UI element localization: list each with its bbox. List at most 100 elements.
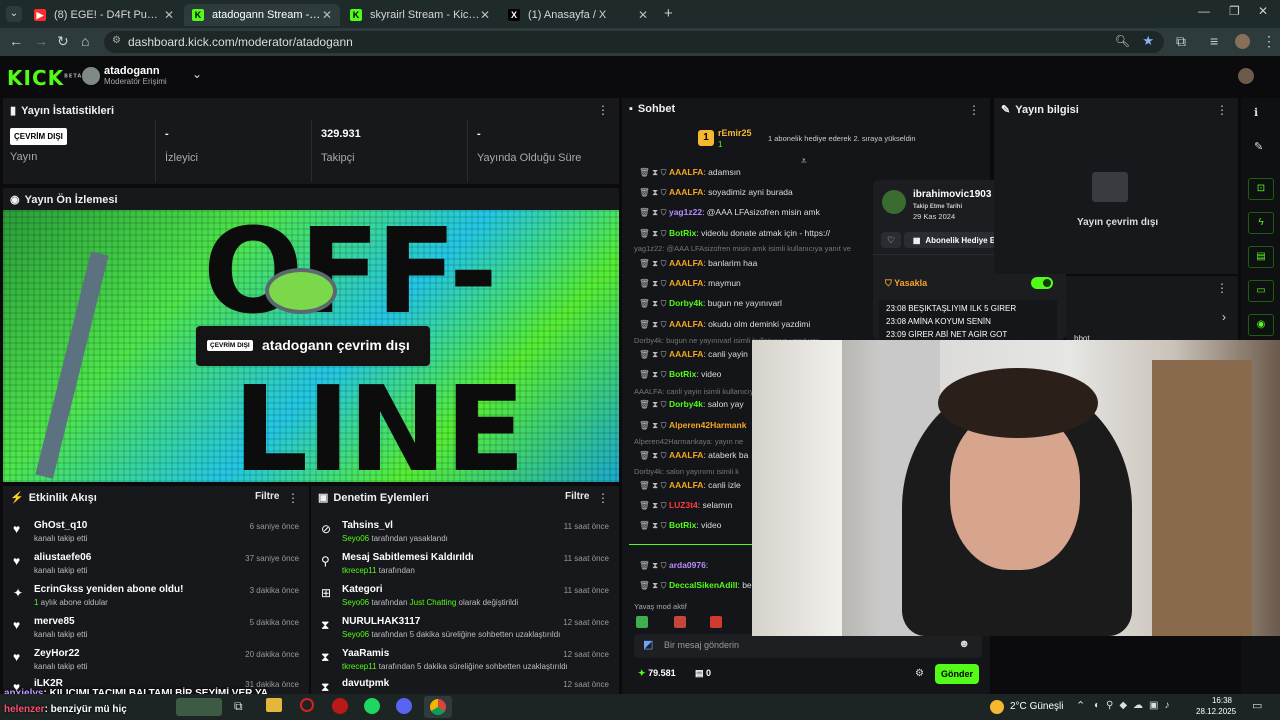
chat-username[interactable]: arda0976 xyxy=(669,560,706,570)
moderation-filter-button[interactable]: Filtre xyxy=(565,491,589,502)
spotify-icon[interactable] xyxy=(364,698,380,714)
chat-username[interactable]: AAALFA xyxy=(669,450,703,460)
expand-chevron-icon[interactable]: ⩡ xyxy=(801,156,807,167)
channel-points[interactable]: ✦ 79.581 xyxy=(638,668,676,679)
clip-icon[interactable]: ⊡ xyxy=(1248,178,1274,200)
mod-action-icons[interactable]: 🗑︎ ⧗ ⛉ xyxy=(639,167,669,177)
follow-heart-button[interactable]: ♡ xyxy=(881,232,901,248)
chat-message[interactable]: 🗑︎ ⧗ ⛉ AAALFA: adamsın xyxy=(639,167,865,178)
chat-message[interactable]: 🗑︎ ⧗ ⛉ AAALFA: soyadimiz ayni burada xyxy=(639,187,865,198)
back-icon[interactable]: ← xyxy=(9,33,23,49)
emote-icon[interactable] xyxy=(674,616,686,628)
mod-action-icons[interactable]: 🗑︎ ⧗ ⛉ xyxy=(639,278,669,288)
chat-message[interactable]: 🗑︎ ⧗ ⛉ BotRix: videolu donate atmak için… xyxy=(639,228,865,239)
mod-action-icons[interactable]: 🗑︎ ⧗ ⛉ xyxy=(639,420,669,430)
window-close-button[interactable]: ✕ xyxy=(1258,4,1268,18)
mod-action-icons[interactable]: 🗑︎ ⧗ ⛉ xyxy=(639,187,669,197)
file-explorer-icon[interactable] xyxy=(266,698,282,712)
chat-username[interactable]: AAALFA xyxy=(669,278,703,288)
chat-message[interactable]: 🗑︎ ⧗ ⛉ yag1z22: @AAA LFAsizofren misin a… xyxy=(639,207,865,218)
chat-username[interactable]: AAALFA xyxy=(669,167,703,177)
channel-switch-chevron-down-icon[interactable]: ⌄ xyxy=(192,67,202,81)
panel-menu-icon[interactable]: ⋮ xyxy=(597,491,609,505)
tab-youtube[interactable]: ▶ (8) EGE! - D4Ft Punk [Official Ly ✕ xyxy=(26,4,182,26)
clock-time[interactable]: 16:38 xyxy=(1208,696,1232,705)
mod-action-icons[interactable]: 🗑︎ ⧗ ⛉ xyxy=(639,500,669,510)
emote-bar[interactable] xyxy=(636,616,756,630)
gift-count[interactable]: ▤ 0 xyxy=(695,668,711,679)
mod-action-icons[interactable]: 🗑︎ ⧗ ⛉ xyxy=(639,298,669,308)
panel-menu-icon[interactable]: ⋮ xyxy=(287,491,299,505)
send-button[interactable]: Gönder xyxy=(935,664,979,684)
minimize-button[interactable]: — xyxy=(1198,4,1210,18)
mod-action-icons[interactable]: 🗑︎ ⧗ ⛉ xyxy=(639,258,669,268)
mod-action-icons[interactable]: 🗑︎ ⧗ ⛉ xyxy=(639,369,669,379)
stream-preview[interactable]: OFF- LINE ÇEVRİM DIŞI atadogann çevrim d… xyxy=(3,210,619,482)
notification-icon[interactable]: ▭ xyxy=(1252,699,1262,712)
close-icon[interactable]: ✕ xyxy=(480,8,490,22)
chat-username[interactable]: Dorby4k xyxy=(669,399,703,409)
chat-message[interactable]: 🗑︎ ⧗ ⛉ AAALFA: banlarim haa xyxy=(639,258,865,269)
chat-username[interactable]: yag1z22 xyxy=(669,207,702,217)
chat-icon[interactable]: ▭ xyxy=(1248,280,1274,302)
emote-icon[interactable] xyxy=(636,616,648,628)
chat-menu-icon[interactable]: ⋮ xyxy=(968,103,980,117)
broadcast-icon[interactable]: ◉ xyxy=(1248,314,1274,336)
tab-x[interactable]: X (1) Anasayfa / X ✕ xyxy=(500,4,656,26)
lightning-icon[interactable]: ϟ xyxy=(1248,212,1274,234)
reading-list-icon[interactable]: ≡ xyxy=(1210,33,1218,49)
chat-username[interactable]: Alperen42Harmank xyxy=(669,420,746,430)
chat-settings-gear-icon[interactable]: ⚙ xyxy=(915,668,924,679)
taskbar-thumbnail[interactable] xyxy=(176,698,222,716)
site-info-icon[interactable]: ⚙ xyxy=(112,35,121,46)
panel-menu-icon[interactable]: ⋮ xyxy=(1216,281,1228,295)
mod-action-icons[interactable]: 🗑︎ ⧗ ⛉ xyxy=(639,399,669,409)
chat-username[interactable]: AAALFA xyxy=(669,319,703,329)
tray-chevron-up-icon[interactable]: ⌃ xyxy=(1076,699,1085,712)
clock-date[interactable]: 28.12.2025 xyxy=(1196,707,1236,716)
mod-action-icons[interactable]: 🗑︎ ⧗ ⛉ xyxy=(639,580,669,590)
chat-username[interactable]: AAALFA xyxy=(669,187,703,197)
chat-username[interactable]: BotRix xyxy=(669,228,696,238)
chat-username[interactable]: Dorby4k xyxy=(669,298,703,308)
ban-toggle[interactable] xyxy=(1031,277,1053,289)
edit-icon[interactable]: ✎ xyxy=(1254,140,1263,153)
mod-action-icons[interactable]: 🗑︎ ⧗ ⛉ xyxy=(639,480,669,490)
discord-icon[interactable] xyxy=(396,698,412,714)
url-field[interactable]: ⚙ dashboard.kick.com/moderator/atadogann… xyxy=(104,31,1164,53)
browser-menu-icon[interactable]: ⋮ xyxy=(1262,33,1276,50)
chat-username[interactable]: BotRix xyxy=(669,520,696,530)
extensions-icon[interactable]: ⧉ xyxy=(1176,33,1186,50)
app-icon[interactable] xyxy=(332,698,348,714)
weather-widget[interactable]: 2°C Güneşli xyxy=(1010,701,1063,712)
reload-icon[interactable]: ↻ xyxy=(57,33,69,50)
mod-action-icons[interactable]: 🗑︎ ⧗ ⛉ xyxy=(639,450,669,460)
mod-action-icons[interactable]: 🗑︎ ⧗ ⛉ xyxy=(639,349,669,359)
new-tab-button[interactable]: + xyxy=(664,5,673,22)
chat-username[interactable]: LUZ3t4 xyxy=(669,500,698,510)
mod-action-icons[interactable]: 🗑︎ ⧗ ⛉ xyxy=(639,228,669,238)
kick-logo[interactable]: KICKBETA xyxy=(7,66,82,90)
profile-avatar[interactable] xyxy=(1235,34,1250,49)
chat-username[interactable]: AAALFA xyxy=(669,258,703,268)
notes-icon[interactable]: ▤ xyxy=(1248,246,1274,268)
chat-input[interactable]: ◩ Bir mesaj gönderin ☻ xyxy=(634,634,982,658)
restore-button[interactable]: ❐ xyxy=(1229,4,1240,18)
panel-menu-icon[interactable]: ⋮ xyxy=(597,103,609,117)
tab-kick-atadogann[interactable]: K atadogann Stream - Kick Dashb ✕ xyxy=(184,4,340,26)
user-avatar[interactable] xyxy=(1238,68,1254,84)
chat-username[interactable]: AAALFA xyxy=(669,480,703,490)
task-view-icon[interactable]: ⧉ xyxy=(234,699,243,714)
system-tray-icons[interactable]: ◐⚲◆☁▣♪ xyxy=(1094,700,1176,711)
chat-message[interactable]: 🗑︎ ⧗ ⛉ AAALFA: okudu olm deminki yazdimi xyxy=(639,319,865,330)
zoom-icon[interactable]: 🔍︎ xyxy=(1115,34,1130,48)
bookmark-star-icon[interactable]: ★ xyxy=(1142,33,1154,49)
tab-kick-skyrairl[interactable]: K skyrairl Stream - Kick Dashboa ✕ xyxy=(342,4,498,26)
opera-icon[interactable] xyxy=(300,698,314,712)
tab-search-icon[interactable]: ⌄ xyxy=(6,6,22,22)
emote-icon[interactable] xyxy=(710,616,722,628)
chrome-taskbar-button[interactable] xyxy=(424,696,452,718)
chevron-right-icon[interactable]: › xyxy=(1222,310,1226,324)
close-icon[interactable]: ✕ xyxy=(322,8,332,22)
mod-action-icons[interactable]: 🗑︎ ⧗ ⛉ xyxy=(639,520,669,530)
